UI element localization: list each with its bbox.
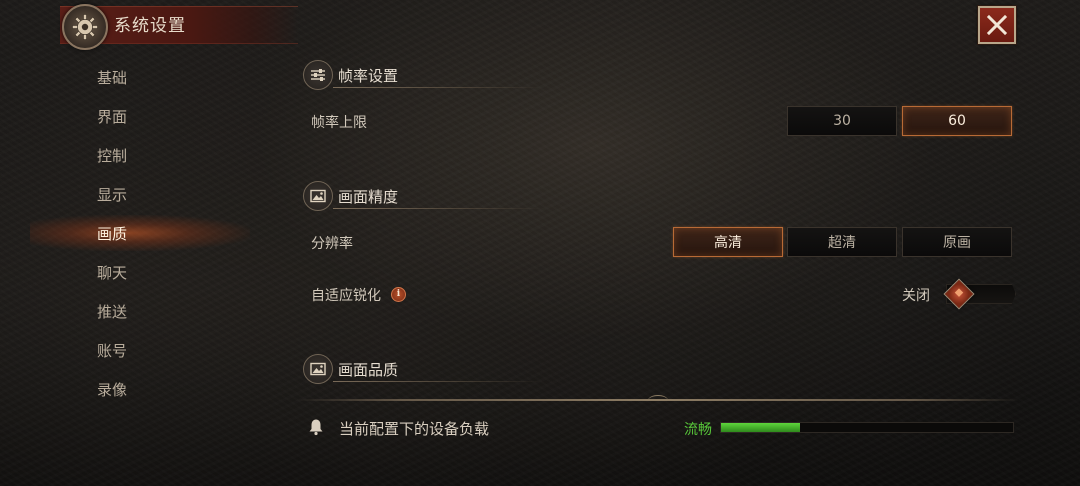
sidebar-item-label: 录像 (97, 380, 128, 399)
sidebar-item-push[interactable]: 推送 (30, 293, 250, 329)
section-divider (333, 381, 543, 382)
sliders-icon (303, 60, 333, 90)
resolution-hd-button[interactable]: 高清 (673, 227, 783, 257)
sidebar-item-account[interactable]: 账号 (30, 332, 250, 368)
sidebar-item-basic[interactable]: 基础 (30, 59, 250, 95)
toggle-knob-icon[interactable] (943, 278, 975, 310)
close-icon (986, 14, 1008, 36)
section-quality-header: 画面品质 (303, 354, 543, 384)
sidebar-item-control[interactable]: 控制 (30, 137, 250, 173)
section-framerate-header: 帧率设置 (303, 60, 543, 90)
sidebar-item-label: 账号 (97, 341, 128, 360)
sidebar-item-label: 显示 (97, 185, 128, 204)
close-button[interactable] (978, 6, 1016, 44)
device-load-bar-fill (721, 423, 800, 432)
bell-icon (309, 419, 323, 436)
page-title: 系统设置 (114, 16, 186, 36)
framerate-limit-label: 帧率上限 (311, 115, 367, 131)
picture-icon (303, 181, 333, 211)
settings-screen: 系统设置 基础 界面 控制 显示 画质 聊天 推送 账号 录像 帧率设置 帧率上… (0, 0, 1080, 486)
sidebar-item-label: 聊天 (97, 263, 128, 282)
device-load-status: 流畅 (684, 422, 712, 438)
section-divider (333, 208, 543, 209)
sharpen-label: 自适应锐化 (311, 288, 381, 304)
framerate-30-button[interactable]: 30 (787, 106, 897, 136)
resolution-original-button[interactable]: 原画 (902, 227, 1012, 257)
gear-icon (62, 4, 108, 50)
device-load-label: 当前配置下的设备负载 (339, 420, 490, 438)
picture-icon (303, 354, 333, 384)
sidebar: 基础 界面 控制 显示 画质 聊天 推送 账号 录像 (0, 58, 270, 418)
resolution-label: 分辨率 (311, 236, 353, 252)
sidebar-item-chat[interactable]: 聊天 (30, 254, 250, 290)
section-divider (333, 87, 543, 88)
sidebar-item-label: 界面 (97, 107, 128, 126)
section-title: 画面精度 (338, 188, 399, 206)
section-precision-header: 画面精度 (303, 181, 543, 211)
sidebar-item-label: 画质 (97, 224, 128, 243)
sidebar-item-label: 控制 (97, 146, 128, 165)
sidebar-item-label: 推送 (97, 302, 128, 321)
resolution-uhd-button[interactable]: 超清 (787, 227, 897, 257)
sidebar-item-graphics[interactable]: 画质 (30, 215, 250, 251)
sidebar-item-interface[interactable]: 界面 (30, 98, 250, 134)
framerate-60-button[interactable]: 60 (902, 106, 1012, 136)
sidebar-item-recording[interactable]: 录像 (30, 371, 250, 407)
divider-ornament (648, 395, 668, 406)
sharpen-toggle-value: 关闭 (902, 288, 930, 304)
section-title: 帧率设置 (338, 67, 399, 85)
sidebar-item-display[interactable]: 显示 (30, 176, 250, 212)
sidebar-item-label: 基础 (97, 68, 128, 87)
section-title: 画面品质 (338, 361, 399, 379)
info-icon[interactable]: i (391, 287, 406, 302)
device-load-bar (720, 422, 1014, 433)
